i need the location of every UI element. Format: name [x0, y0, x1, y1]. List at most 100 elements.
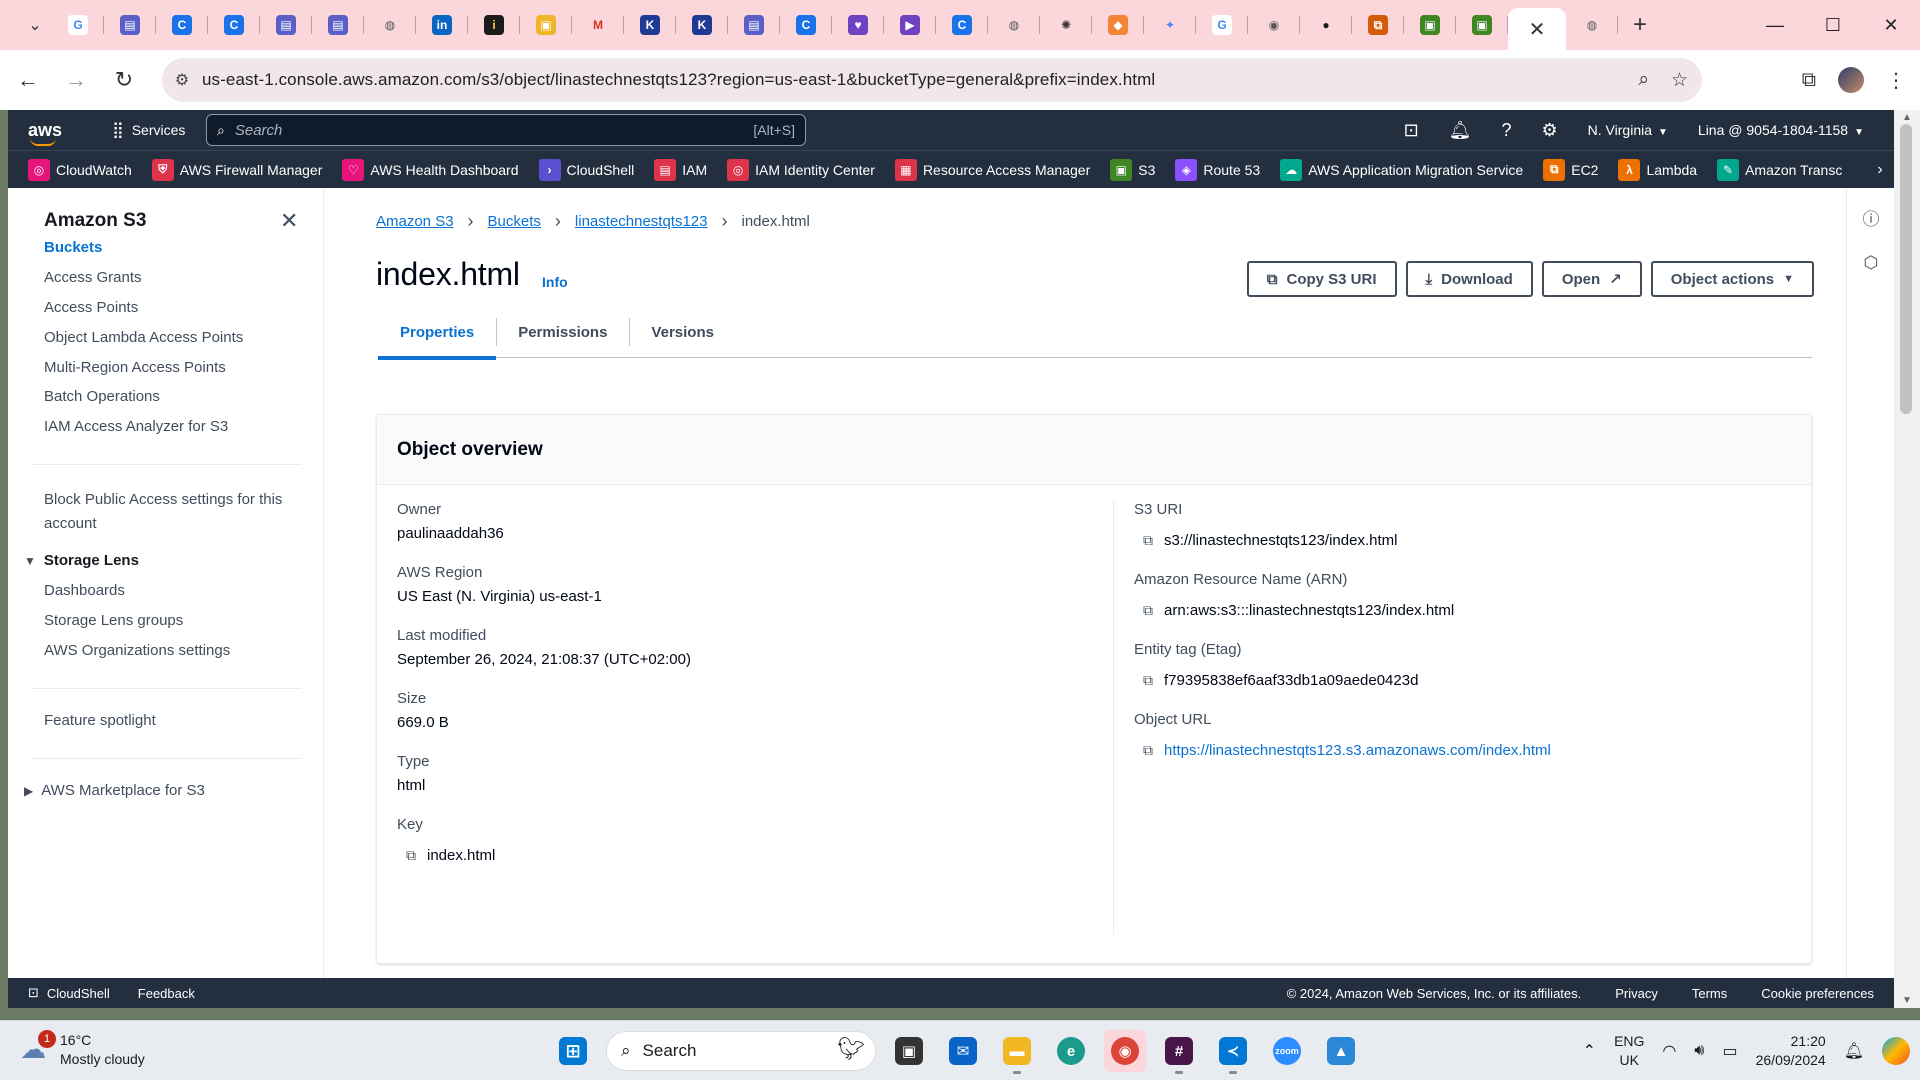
sidebar-item-dashboards[interactable]: Dashboards — [44, 582, 125, 599]
scrollbar-thumb[interactable] — [1900, 124, 1912, 414]
sidebar-item-object-lambda[interactable]: Object Lambda Access Points — [44, 329, 243, 346]
browser-menu-icon[interactable]: ⋮ — [1886, 68, 1906, 93]
taskbar-search[interactable]: ⌕ Search 🐦︎ — [606, 1031, 876, 1071]
footer-privacy[interactable]: Privacy — [1615, 986, 1658, 1001]
footer-cloudshell[interactable]: ⊡ CloudShell — [28, 985, 110, 1001]
slack-app[interactable]: # — [1158, 1030, 1200, 1074]
chevron-up-icon[interactable]: ⌃ — [1583, 1041, 1596, 1061]
page-scrollbar[interactable]: ▲ ▼ — [1894, 110, 1920, 1008]
favorite-firewall[interactable]: ⛨ AWS Firewall Manager — [151, 158, 322, 181]
vscode-app[interactable]: ≺ — [1212, 1030, 1254, 1074]
task-view-button[interactable]: ▣ — [888, 1030, 930, 1072]
browser-tab[interactable]: in — [416, 0, 468, 50]
bookmark-star-icon[interactable]: ☆ — [1671, 69, 1688, 92]
scroll-down-icon[interactable]: ▼ — [1894, 995, 1920, 1006]
breadcrumb-bucket[interactable]: linastechnestqts123 — [575, 213, 708, 230]
new-tab-button[interactable]: + — [1618, 0, 1662, 50]
open-button[interactable]: Open ↗ — [1541, 261, 1642, 297]
help-icon[interactable]: ? — [1502, 120, 1512, 141]
settings-gear-icon[interactable]: ⚙ — [1542, 120, 1558, 141]
favorite-ec2[interactable]: ⧉ EC2 — [1543, 158, 1598, 181]
file-explorer-app[interactable]: ▬ — [996, 1030, 1038, 1074]
tab-permissions[interactable]: Permissions — [496, 306, 629, 358]
browser-tab[interactable]: C — [780, 0, 832, 50]
browser-tab[interactable]: ▣ — [1456, 0, 1508, 50]
browser-tab[interactable]: ◍ — [988, 0, 1040, 50]
close-sidebar-icon[interactable]: ✕ — [280, 208, 298, 234]
wifi-icon[interactable]: ◠ — [1662, 1041, 1676, 1061]
browser-tab[interactable]: K — [624, 0, 676, 50]
sidebar-item-access-grants[interactable]: Access Grants — [44, 269, 142, 286]
sidebar-item-feature-spotlight[interactable]: Feature spotlight — [44, 712, 156, 729]
tab-properties[interactable]: Properties — [378, 306, 497, 360]
extensions-icon[interactable]: ⧉ — [1802, 69, 1816, 92]
maximize-button[interactable]: ☐ — [1804, 0, 1862, 50]
copy-icon[interactable]: ⧉ — [1140, 742, 1156, 759]
scroll-up-icon[interactable]: ▲ — [1894, 112, 1920, 123]
region-selector[interactable]: N. Virginia ▼ — [1588, 122, 1668, 138]
browser-tab[interactable]: ✦ — [1144, 0, 1196, 50]
browser-tab[interactable]: G — [52, 0, 104, 50]
edge-app[interactable]: e — [1050, 1030, 1092, 1072]
copy-icon[interactable]: ⧉ — [1140, 672, 1156, 689]
clock[interactable]: 21:20 26/09/2024 — [1756, 1032, 1826, 1070]
footer-feedback[interactable]: Feedback — [138, 986, 195, 1001]
browser-tab[interactable]: ⧉ — [1352, 0, 1404, 50]
volume-icon[interactable]: 🔊︎ — [1694, 1042, 1704, 1060]
sidebar-item-block-public-access[interactable]: Block Public Access settings for this ac… — [44, 488, 284, 536]
browser-tab[interactable]: C — [936, 0, 988, 50]
object-url-link[interactable]: https://linastechnestqts123.s3.amazonaws… — [1164, 742, 1551, 759]
sidebar-title[interactable]: Amazon S3 — [44, 210, 146, 232]
copilot-icon[interactable] — [1882, 1037, 1910, 1065]
sidebar-item-organizations-settings[interactable]: AWS Organizations settings — [44, 642, 230, 659]
browser-tab[interactable]: ▶ — [884, 0, 936, 50]
favorite-migration[interactable]: ☁ AWS Application Migration Service — [1280, 158, 1523, 181]
info-link[interactable]: Info — [542, 274, 568, 290]
browser-tab[interactable]: M — [572, 0, 624, 50]
favorite-cloudwatch[interactable]: ◎ CloudWatch — [28, 158, 132, 181]
minimize-button[interactable]: — — [1746, 0, 1804, 50]
address-bar[interactable]: ⚙ us-east-1.console.aws.amazon.com/s3/ob… — [162, 58, 1702, 102]
chrome-app[interactable]: ◉ — [1104, 1030, 1146, 1072]
active-tab[interactable]: ✕ — [1508, 8, 1566, 50]
browser-tab[interactable]: ▣ — [1404, 0, 1456, 50]
browser-tab[interactable]: ◍ — [364, 0, 416, 50]
cloudshell-icon[interactable]: ⊡ — [1404, 120, 1419, 141]
browser-tab[interactable]: C — [156, 0, 208, 50]
site-info-icon[interactable]: ⚙ — [162, 70, 202, 90]
sidebar-item-buckets[interactable]: Buckets — [44, 239, 102, 256]
download-button[interactable]: ⤓ Download — [1405, 261, 1533, 297]
browser-tab[interactable]: ◆ — [1092, 0, 1144, 50]
favorite-transcribe[interactable]: ✎ Amazon Transc — [1717, 158, 1842, 181]
copy-icon[interactable]: ⧉ — [403, 847, 419, 864]
aws-search-input[interactable]: ⌕ Search [Alt+S] — [206, 114, 806, 146]
browser-tab[interactable]: ✺ — [1040, 0, 1092, 50]
close-tab-icon[interactable]: ✕ — [1529, 17, 1546, 42]
mail-app[interactable]: ✉ — [942, 1030, 984, 1072]
notification-bell-icon[interactable]: 🔔︎ — [1844, 1041, 1864, 1061]
aws-logo[interactable]: aws — [28, 120, 88, 146]
close-window-button[interactable]: ✕ — [1862, 0, 1920, 50]
browser-tab[interactable]: ◉ — [1248, 0, 1300, 50]
copy-s3-uri-button[interactable]: ⧉ Copy S3 URI — [1246, 261, 1397, 297]
tab-search-button[interactable]: ⌄ — [18, 8, 52, 42]
browser-tab[interactable]: C — [208, 0, 260, 50]
profile-avatar[interactable] — [1838, 67, 1864, 93]
favorite-health[interactable]: ♡ AWS Health Dashboard — [342, 158, 519, 181]
storage-lens-section[interactable]: ▼ Storage Lens — [24, 552, 139, 569]
start-button[interactable]: ⊞ — [552, 1030, 594, 1072]
tab-versions[interactable]: Versions — [629, 306, 736, 358]
favorite-ram[interactable]: ▦ Resource Access Manager — [894, 158, 1090, 181]
object-actions-button[interactable]: Object actions ▼ — [1650, 261, 1814, 297]
back-button[interactable]: ← — [8, 60, 48, 100]
browser-tab[interactable]: ▤ — [260, 0, 312, 50]
browser-tab[interactable]: ▤ — [728, 0, 780, 50]
zoom-icon[interactable]: ⌕ — [1638, 69, 1649, 91]
forward-button[interactable]: → — [56, 60, 96, 100]
breadcrumb-amazon-s3[interactable]: Amazon S3 — [376, 213, 454, 230]
browser-tab[interactable]: ▤ — [312, 0, 364, 50]
footer-cookie-preferences[interactable]: Cookie preferences — [1761, 986, 1874, 1001]
marketplace-section[interactable]: ▶ AWS Marketplace for S3 — [24, 782, 205, 799]
favorite-lambda[interactable]: λ Lambda — [1618, 158, 1697, 181]
favorite-route53[interactable]: ◈ Route 53 — [1175, 158, 1260, 181]
